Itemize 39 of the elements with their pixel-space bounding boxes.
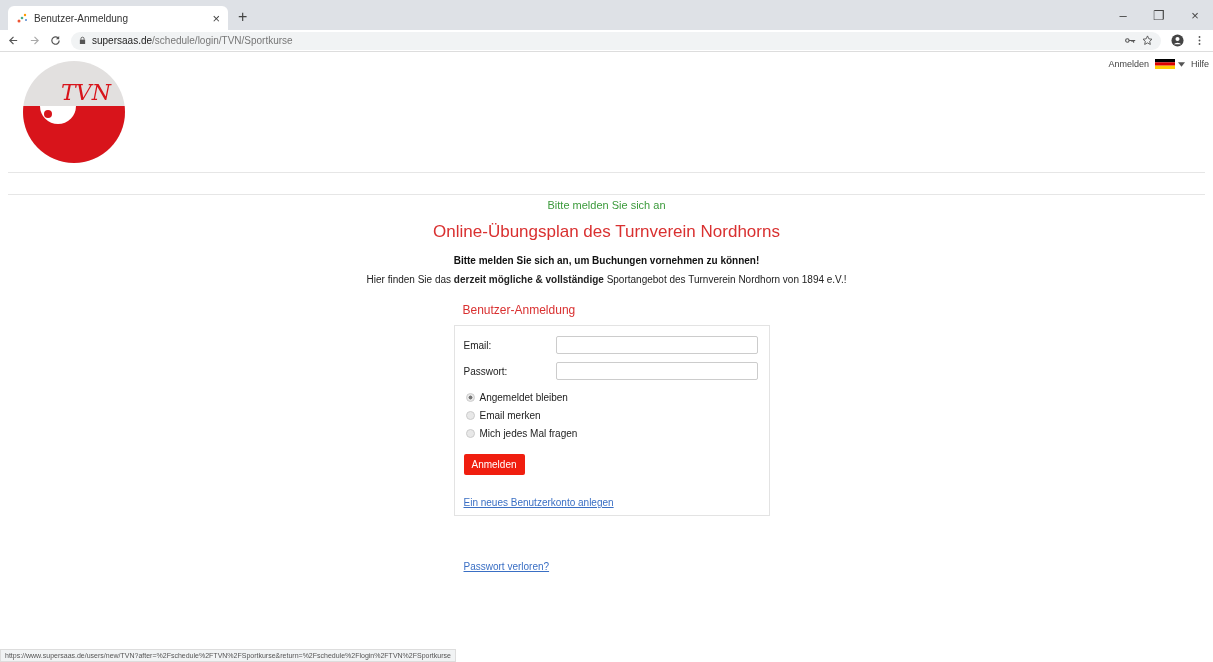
minimize-button[interactable]: –	[1105, 7, 1141, 23]
key-icon[interactable]	[1125, 35, 1136, 46]
input-field[interactable]	[555, 336, 758, 354]
close-button[interactable]: ×	[1177, 7, 1213, 23]
reload-icon[interactable]	[50, 35, 61, 46]
address-bar[interactable]: supersaas.de/schedule/login/TVN/Sportkurse	[71, 31, 1161, 50]
field-label: Passwort:	[463, 365, 509, 377]
option-label: Angemeldet bleiben	[479, 391, 568, 403]
input-field[interactable]	[555, 362, 758, 380]
intro-heading: Bitte melden Sie sich an, um Buchungen vornehmen zu können!	[452, 255, 761, 266]
url-text: supersaas.de/schedule/login/TVN/Sportkurse	[92, 35, 293, 46]
radio-button[interactable]	[465, 392, 475, 402]
favicon-icon	[16, 12, 28, 24]
new-tab-button[interactable]: +	[238, 8, 248, 26]
field-label: Email:	[463, 339, 493, 351]
header-link[interactable]: Anmelden	[1108, 59, 1149, 69]
back-icon[interactable]	[8, 35, 19, 46]
star-icon[interactable]	[1142, 35, 1153, 46]
login-notice: Bitte melden Sie sich an	[546, 199, 667, 211]
caret-icon[interactable]	[1178, 61, 1185, 67]
tab-title: Benutzer-Anmeldung	[34, 12, 129, 24]
header-link[interactable]: Hilfe	[1191, 59, 1209, 69]
page-title: Online-Übungsplan des Turnverein Nordhorns	[432, 222, 781, 242]
profile-icon[interactable]	[1171, 34, 1184, 47]
club-logo: TVN	[22, 60, 126, 164]
lost-password-link[interactable]: Passwort verloren?	[463, 561, 550, 572]
close-tab-button[interactable]: ×	[212, 10, 220, 26]
browser-tab[interactable]: Benutzer-Anmeldung ×	[8, 6, 228, 30]
login-button[interactable]: Anmelden	[463, 454, 525, 475]
option-label: Mich jedes Mal fragen	[479, 427, 578, 439]
radio-button[interactable]	[465, 428, 475, 438]
radio-button[interactable]	[465, 410, 475, 420]
option-label: Email merken	[479, 409, 541, 421]
flag-icon[interactable]	[1155, 59, 1175, 69]
intro-text: Hier finden Sie das derzeit mögliche & vollständige Sportangebot des Turnverein Nordhorn von 1894 e.V.!	[365, 274, 848, 285]
login-heading: Benutzer-Anmeldung	[462, 303, 577, 317]
lock-icon	[79, 36, 86, 45]
restore-button[interactable]: ❐	[1141, 7, 1177, 23]
register-link[interactable]: Ein neues Benutzerkonto anlegen	[463, 497, 614, 508]
